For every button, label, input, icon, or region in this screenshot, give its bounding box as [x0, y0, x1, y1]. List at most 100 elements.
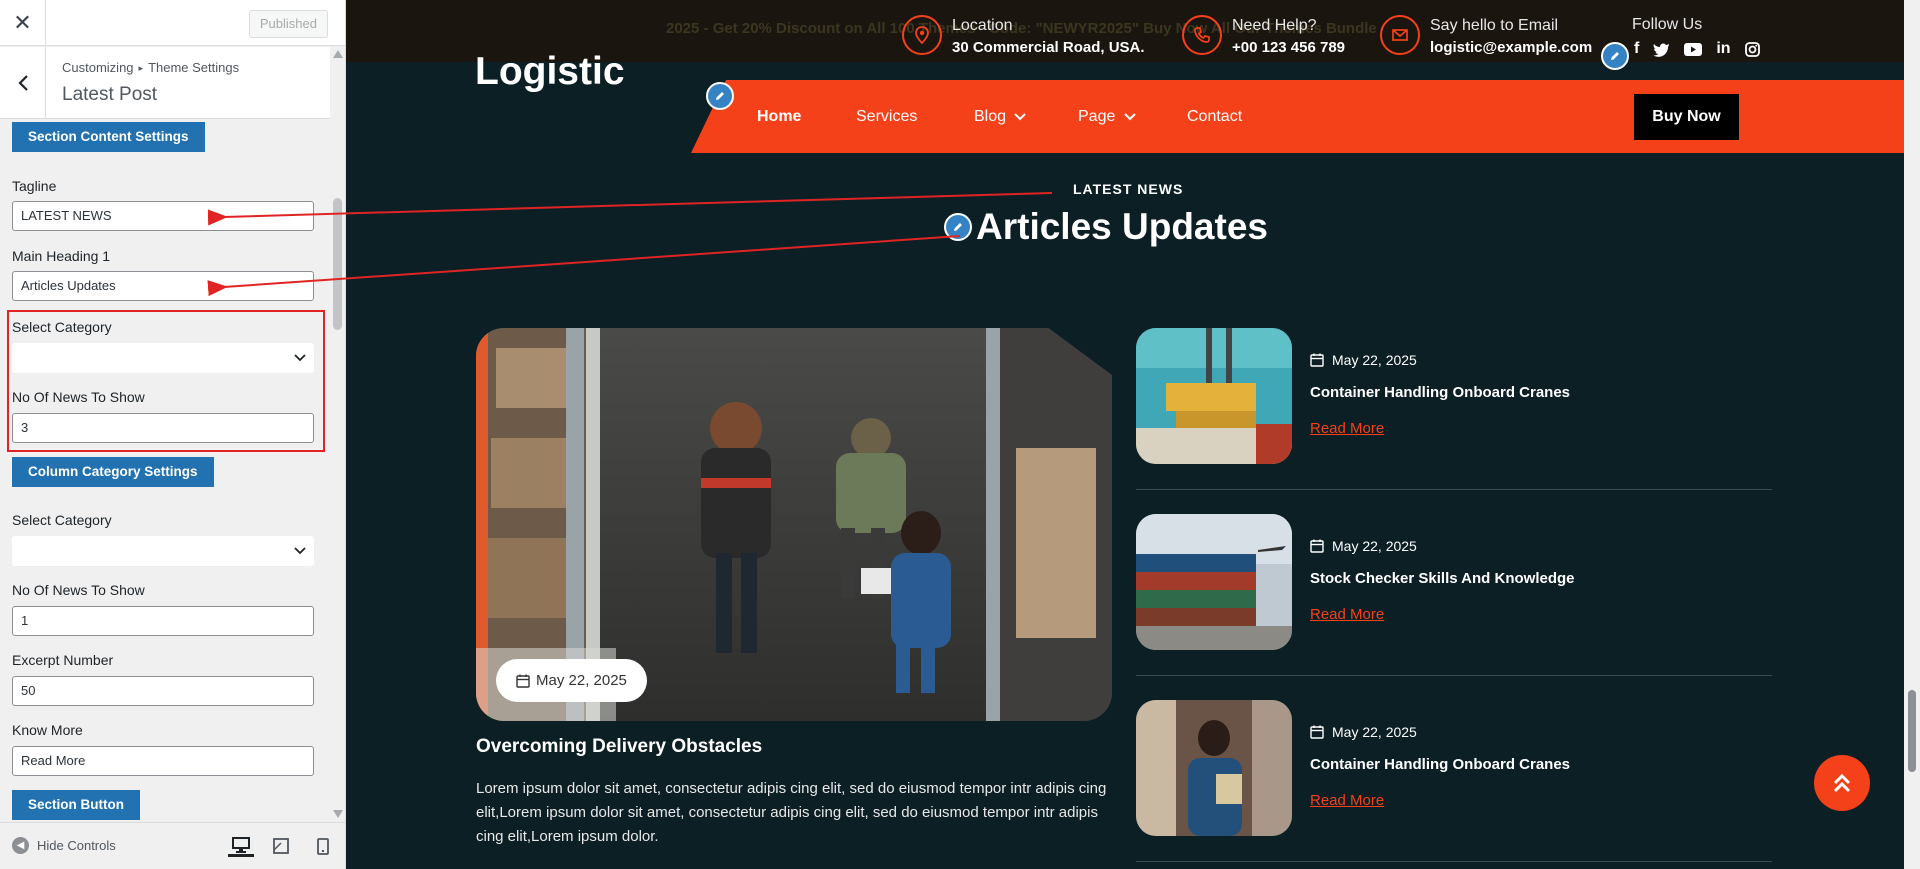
excerpt-number-input[interactable]: 50	[12, 676, 314, 706]
main-nav: Home Services Blog Page Contact Buy Now	[691, 80, 1904, 153]
tagline-input[interactable]: LATEST NEWS	[12, 201, 314, 231]
divider	[1136, 489, 1772, 490]
side-post-date: May 22, 2025	[1310, 352, 1417, 368]
email-title: Say hello to Email	[1430, 17, 1559, 34]
calendar-icon	[1310, 353, 1324, 367]
chevron-down-icon	[294, 354, 306, 362]
nav-blog[interactable]: Blog	[974, 108, 1027, 126]
know-more-input[interactable]: Read More	[12, 746, 314, 776]
chevron-left-icon	[17, 75, 28, 91]
side-post-title[interactable]: Container Handling Onboard Cranes	[1310, 384, 1570, 401]
hide-controls-button[interactable]: ◀ Hide Controls	[12, 837, 116, 854]
customizer-panel: ✕ Published Customizing ▸ Theme Settings L…	[0, 0, 346, 869]
column-category-settings-button[interactable]: Column Category Settings	[12, 457, 214, 487]
facebook-icon[interactable]: f	[1634, 40, 1639, 58]
breadcrumb: Customizing ▸ Theme Settings	[62, 60, 239, 75]
tablet-preview-button[interactable]	[268, 835, 294, 857]
nav-services[interactable]: Services	[856, 108, 917, 126]
read-more-link[interactable]: Read More	[1310, 792, 1384, 809]
breadcrumb-root: Customizing	[62, 60, 134, 75]
edit-shortcut-nav-icon[interactable]	[706, 82, 734, 110]
hide-controls-label: Hide Controls	[37, 838, 116, 853]
news-count-2-input[interactable]: 1	[12, 606, 314, 636]
divider	[1136, 675, 1772, 676]
know-more-label: Know More	[12, 722, 83, 738]
phone-icon	[1182, 15, 1222, 55]
customizer-footer: ◀ Hide Controls	[0, 822, 345, 869]
select-category-2-label: Select Category	[12, 512, 112, 528]
double-chevron-up-icon	[1833, 773, 1851, 793]
nav-page-label: Page	[1078, 108, 1116, 125]
side-post-image[interactable]	[1136, 700, 1292, 836]
help-title: Need Help?	[1232, 17, 1317, 34]
section-heading: Articles Updates	[976, 206, 1268, 247]
buy-now-button[interactable]: Buy Now	[1634, 94, 1739, 140]
calendar-icon	[516, 674, 530, 688]
panel-scroll-thumb[interactable]	[333, 198, 342, 330]
published-button[interactable]: Published	[248, 10, 328, 38]
controls-scroll-area[interactable]: Section Content Settings Tagline LATEST …	[0, 120, 330, 822]
scroll-down-icon[interactable]	[333, 810, 343, 818]
edit-shortcut-social-icon[interactable]	[1601, 42, 1629, 70]
side-post-image[interactable]	[1136, 514, 1292, 650]
main-post-excerpt: Lorem ipsum dolor sit amet, consectetur …	[476, 780, 1107, 845]
edit-shortcut-heading-icon[interactable]	[944, 213, 972, 241]
main-post-title[interactable]: Overcoming Delivery Obstacles	[476, 736, 762, 758]
excerpt-number-label: Excerpt Number	[12, 652, 114, 668]
breadcrumb-section: Theme Settings	[148, 60, 240, 75]
location-value: 30 Commercial Road, USA.	[952, 39, 1145, 56]
tablet-icon	[273, 838, 289, 854]
main-post-date-text: May 22, 2025	[536, 672, 627, 689]
side-post-date: May 22, 2025	[1310, 724, 1417, 740]
nav-contact[interactable]: Contact	[1187, 108, 1242, 126]
site-preview: 2025 - Get 20% Discount on All 100 Theme…	[346, 0, 1904, 869]
breadcrumb-separator: ▸	[138, 63, 144, 73]
customizer-header: ✕ Published	[0, 0, 345, 46]
linkedin-icon[interactable]: in	[1716, 40, 1730, 58]
youtube-icon[interactable]	[1684, 42, 1703, 56]
panel-scrollbar[interactable]	[330, 46, 345, 822]
nav-blog-label: Blog	[974, 108, 1007, 125]
side-post-title[interactable]: Container Handling Onboard Cranes	[1310, 756, 1570, 773]
select-category-label: Select Category	[12, 319, 112, 335]
desktop-preview-button[interactable]	[228, 835, 254, 857]
side-post-date-text: May 22, 2025	[1332, 724, 1417, 740]
instagram-icon[interactable]	[1744, 41, 1760, 57]
chevron-down-icon	[1014, 113, 1027, 121]
main-post-date: May 22, 2025	[496, 659, 647, 702]
nav-page[interactable]: Page	[1078, 108, 1136, 126]
site-logo[interactable]: Logistic	[475, 50, 625, 94]
follow-title: Follow Us	[1632, 16, 1703, 33]
divider	[1136, 861, 1772, 862]
scroll-up-icon[interactable]	[333, 50, 343, 58]
news-count-input[interactable]: 3	[12, 413, 314, 443]
email-value[interactable]: logistic@example.com	[1430, 39, 1592, 56]
main-heading-label: Main Heading 1	[12, 248, 111, 264]
section-tagline: LATEST NEWS	[1073, 181, 1184, 197]
read-more-link[interactable]: Read More	[1310, 606, 1384, 623]
side-post-title[interactable]: Stock Checker Skills And Knowledge	[1310, 570, 1575, 587]
help-info: Need Help? +00 123 456 789	[1182, 14, 1345, 56]
select-category-dropdown[interactable]	[12, 343, 314, 373]
preview-scroll-thumb[interactable]	[1908, 690, 1916, 772]
mobile-preview-button[interactable]	[310, 835, 336, 857]
close-icon[interactable]: ✕	[0, 0, 46, 46]
side-post-image[interactable]	[1136, 328, 1292, 464]
twitter-icon[interactable]	[1653, 42, 1670, 57]
back-button[interactable]	[0, 47, 46, 119]
tagline-label: Tagline	[12, 178, 57, 194]
side-post: May 22, 2025 Container Handling Onboard …	[1136, 700, 1772, 837]
scroll-to-top-button[interactable]	[1814, 755, 1870, 811]
nav-home[interactable]: Home	[757, 108, 801, 126]
chevron-down-icon	[294, 547, 306, 555]
read-more-link[interactable]: Read More	[1310, 420, 1384, 437]
select-category-2-dropdown[interactable]	[12, 536, 314, 566]
section-content-settings-button[interactable]: Section Content Settings	[12, 122, 205, 152]
section-header: Customizing ▸ Theme Settings Latest Post	[0, 47, 345, 119]
main-heading-input[interactable]: Articles Updates	[12, 271, 314, 301]
preview-scrollbar[interactable]	[1904, 0, 1920, 869]
location-pin-icon	[902, 15, 942, 55]
follow-us: Follow Us	[1632, 16, 1702, 34]
help-value[interactable]: +00 123 456 789	[1232, 39, 1345, 56]
section-button-button[interactable]: Section Button	[12, 790, 140, 820]
